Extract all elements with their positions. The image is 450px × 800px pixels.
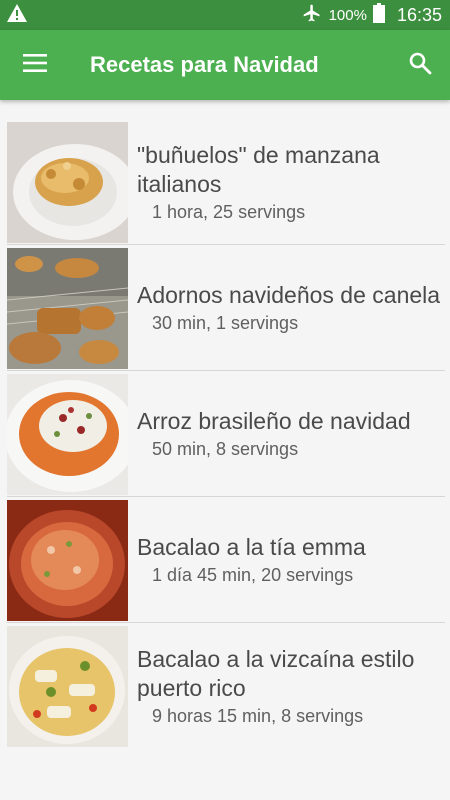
recipe-name: "buñuelos" de manzana italianos <box>137 141 380 197</box>
warning-icon <box>6 3 28 28</box>
list-item[interactable]: Arroz brasileño de navidad 50 min, 8 ser… <box>7 371 445 497</box>
list-item[interactable]: Adornos navideños de canela 30 min, 1 se… <box>7 245 445 371</box>
status-bar: 100% 16:35 <box>0 0 450 30</box>
search-button[interactable] <box>390 30 450 100</box>
search-icon <box>408 51 432 80</box>
battery-percent: 100% <box>328 6 367 24</box>
list-item[interactable]: "buñuelos" de manzana italianos 1 hora, … <box>7 119 445 245</box>
menu-icon <box>23 53 47 77</box>
battery-icon <box>372 3 385 27</box>
airplane-icon <box>301 3 323 27</box>
recipe-thumbnail <box>7 374 128 495</box>
recipe-name: Bacalao a la tía emma <box>137 534 366 560</box>
list-item[interactable]: Bacalao a la vizcaína estilo puerto rico… <box>7 623 445 749</box>
recipe-list: "buñuelos" de manzana italianos 1 hora, … <box>7 119 445 749</box>
recipe-thumbnail <box>7 248 128 369</box>
recipe-meta: 50 min, 8 servings <box>152 439 299 459</box>
recipe-meta: 9 horas 15 min, 8 servings <box>152 706 364 726</box>
app-bar: Recetas para Navidad <box>0 30 450 100</box>
clock: 16:35 <box>396 4 442 25</box>
recipe-thumbnail <box>7 122 128 243</box>
recipe-name: Bacalao a la vizcaína estilo puerto rico <box>137 646 415 701</box>
menu-button[interactable] <box>0 30 70 100</box>
recipe-thumbnail <box>7 500 128 621</box>
recipe-meta: 30 min, 1 servings <box>152 313 299 333</box>
recipe-thumbnail <box>7 626 128 747</box>
page-title: Recetas para Navidad <box>90 52 319 77</box>
list-item[interactable]: Bacalao a la tía emma 1 día 45 min, 20 s… <box>7 497 445 623</box>
recipe-name: Adornos navideños de canela <box>137 282 441 308</box>
recipe-name: Arroz brasileño de navidad <box>137 408 411 434</box>
recipe-meta: 1 hora, 25 servings <box>152 201 306 222</box>
recipe-meta: 1 día 45 min, 20 servings <box>152 565 354 585</box>
